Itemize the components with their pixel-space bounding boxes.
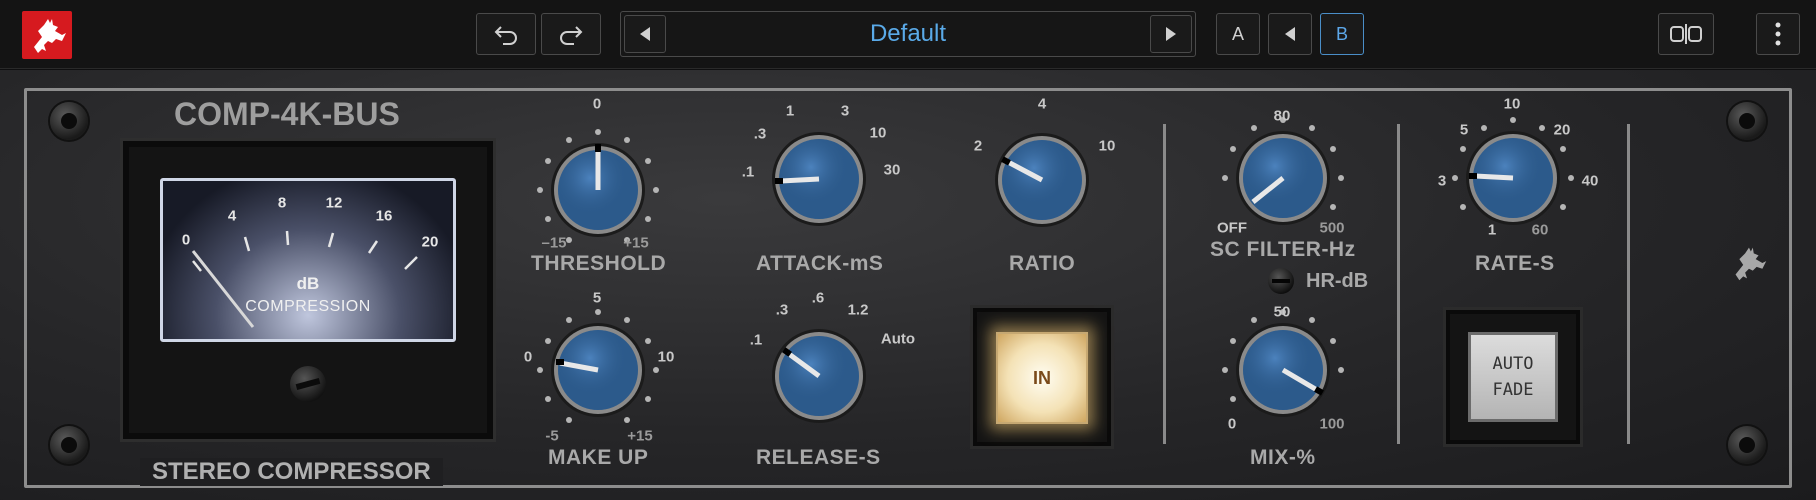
- meter-scale-label: 12: [325, 194, 343, 212]
- attack-tick-label: 30: [883, 161, 901, 179]
- mix-min-label: 0: [1227, 415, 1237, 433]
- mix-top-label: 50: [1273, 303, 1291, 321]
- meter-scale-label: 4: [227, 207, 237, 225]
- makeup-max-label: +15: [627, 427, 653, 445]
- makeup-label: MAKE UP: [548, 446, 649, 469]
- triangle-left-icon: [640, 27, 650, 41]
- meter-unit: dB: [296, 274, 320, 293]
- release-tick-label: .6: [811, 289, 825, 307]
- release-knob[interactable]: [757, 314, 881, 443]
- antelope-logo: [22, 11, 72, 59]
- plugin-subtitle: STEREO COMPRESSOR: [140, 458, 443, 486]
- plugin-title: COMP-4K-BUS: [174, 96, 400, 132]
- rate-tick-label: 1: [1487, 221, 1497, 239]
- rate-tick-label: 5: [1459, 121, 1469, 139]
- previous-preset-button[interactable]: [624, 15, 666, 53]
- mix-label: MIX-%: [1250, 446, 1316, 469]
- section-divider: [1163, 124, 1166, 444]
- release-tick-label: .3: [775, 301, 789, 319]
- ratio-tick-label: 2: [973, 137, 983, 155]
- attack-tick-label: 3: [840, 102, 850, 120]
- screw-icon: [1728, 102, 1766, 140]
- meter-scale-label: 20: [421, 233, 439, 251]
- attack-tick-label: 10: [869, 124, 887, 142]
- meter-scale-label: 8: [277, 194, 287, 212]
- triangle-left-icon: [1285, 27, 1295, 41]
- attack-tick-label: .1: [741, 163, 755, 181]
- ratio-tick-label: 4: [1037, 95, 1047, 113]
- preset-selector[interactable]: Default: [620, 11, 1196, 57]
- section-divider: [1627, 124, 1630, 444]
- sc-filter-max-label: 500: [1319, 219, 1345, 237]
- in-button-label: IN: [1033, 367, 1051, 388]
- attack-tick-label: 1: [785, 102, 795, 120]
- auto-fade-button[interactable]: AUTO FADE: [1468, 332, 1558, 422]
- meter-zero-adjust-screw[interactable]: [290, 366, 326, 402]
- sc-filter-min-label: OFF: [1217, 219, 1247, 237]
- release-tick-label: 1.2: [847, 301, 869, 319]
- attack-tick-label: .3: [753, 125, 767, 143]
- ratio-label: RATIO: [1009, 252, 1076, 275]
- section-divider: [1397, 124, 1400, 444]
- compare-button[interactable]: [1658, 13, 1714, 55]
- attack-knob[interactable]: [757, 117, 881, 246]
- mix-max-label: 100: [1319, 415, 1345, 433]
- compare-icon: [1670, 24, 1702, 44]
- makeup-knob[interactable]: [536, 308, 660, 437]
- rate-label: RATE-S: [1475, 252, 1555, 275]
- sc-filter-top-label: 80: [1273, 107, 1291, 125]
- release-tick-label: Auto: [880, 330, 916, 348]
- auto-fade-label-line1: AUTO: [1492, 354, 1534, 374]
- undo-button[interactable]: [476, 13, 536, 55]
- meter-scale-label: 0: [181, 231, 191, 249]
- redo-button[interactable]: [541, 13, 601, 55]
- rate-tick-label: 3: [1437, 172, 1447, 190]
- attack-label: ATTACK-mS: [756, 252, 884, 275]
- rate-tick-label: 60: [1531, 221, 1549, 239]
- ab-button-b[interactable]: B: [1320, 13, 1364, 55]
- in-button[interactable]: IN: [996, 332, 1088, 424]
- plugin-header-bar: Default A B: [0, 0, 1816, 69]
- threshold-max-label: +15: [623, 234, 649, 252]
- screw-icon: [1728, 426, 1766, 464]
- triangle-right-icon: [1166, 27, 1176, 41]
- makeup-top-label: 5: [592, 289, 602, 307]
- ab-button-a[interactable]: A: [1216, 13, 1260, 55]
- rate-tick-label: 10: [1503, 95, 1521, 113]
- makeup-min-label: -5: [545, 427, 559, 445]
- screw-icon: [50, 102, 88, 140]
- threshold-min-label: –15: [541, 234, 567, 252]
- hr-db-trim-screw[interactable]: [1268, 268, 1294, 294]
- antelope-emblem-icon: [1724, 240, 1772, 291]
- rate-tick-label: 20: [1553, 121, 1571, 139]
- ratio-tick-label: 10: [1098, 137, 1116, 155]
- rate-tick-label: 40: [1581, 172, 1599, 190]
- sc-filter-label: SC FILTER-Hz: [1210, 238, 1356, 261]
- meter-scale-label: 16: [375, 207, 393, 225]
- next-preset-button[interactable]: [1150, 15, 1192, 53]
- undo-icon: [494, 26, 517, 45]
- redo-icon: [560, 26, 583, 45]
- threshold-top-label: 0: [592, 95, 602, 113]
- screw-icon: [50, 426, 88, 464]
- ratio-knob[interactable]: [980, 118, 1104, 247]
- kebab-menu-icon: [1775, 22, 1781, 46]
- ab-copy-button[interactable]: [1268, 13, 1312, 55]
- makeup-right-label: 10: [657, 348, 675, 366]
- meter-face: [160, 178, 456, 342]
- makeup-left-label: 0: [523, 348, 533, 366]
- auto-fade-label-line2: FADE: [1492, 380, 1534, 400]
- threshold-label: THRESHOLD: [531, 252, 667, 275]
- hr-db-label: HR-dB: [1306, 270, 1369, 292]
- release-tick-label: .1: [749, 331, 763, 349]
- meter-caption: COMPRESSION: [245, 298, 371, 315]
- more-menu-button[interactable]: [1756, 13, 1800, 55]
- preset-name[interactable]: Default: [671, 12, 1145, 56]
- release-label: RELEASE-S: [756, 446, 881, 469]
